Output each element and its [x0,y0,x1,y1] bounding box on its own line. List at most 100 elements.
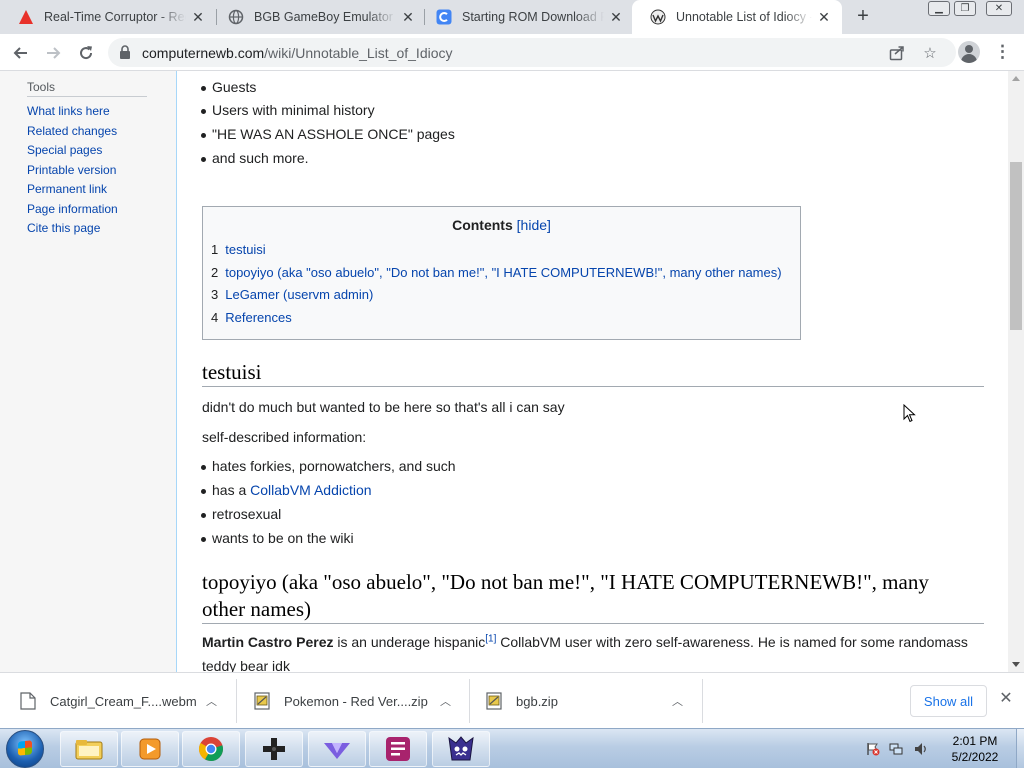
toc-entry[interactable]: 4 References [211,310,292,325]
windows-taskbar: 2:01 PM 5/2/2022 [0,728,1024,768]
sidebar-item-special-pages: Special pages [27,143,118,163]
section-heading-testuisi: testuisi [202,359,984,387]
volume-icon[interactable] [914,742,928,756]
download-filename: Pokemon - Red Ver....zip [284,693,428,709]
tab-starting-rom-download[interactable]: Starting ROM Download Pa ✕ [418,0,634,34]
toc-link[interactable]: testuisi [225,242,265,257]
page-viewport: Tools What links here Related changes Sp… [0,71,1008,672]
toc-heading: Contents [452,217,513,233]
toc-link[interactable]: References [225,310,291,325]
download-item[interactable]: Pokemon - Red Ver....zip ︿ [254,673,472,729]
sidebar-link[interactable]: Page information [27,202,118,216]
close-tab-icon[interactable]: ✕ [190,9,206,25]
paragraph: didn't do much but wanted to be here so … [202,399,565,415]
show-desktop-button[interactable] [1016,729,1024,768]
scroll-down-arrow-icon[interactable] [1012,662,1020,667]
taskbar-clock[interactable]: 2:01 PM 5/2/2022 [936,733,1014,765]
download-item[interactable]: bgb.zip ︿ [486,673,700,729]
forward-arrow-icon[interactable] [40,40,66,66]
sidebar-link[interactable]: Permanent link [27,182,107,196]
minimize-icon[interactable]: ▁ [928,1,950,16]
list-item: wants to be on the wiki [201,530,354,546]
close-tab-icon[interactable]: ✕ [816,9,832,25]
section-heading-topoyiyo: topoyiyo (aka "oso abuelo", "Do not ban … [202,569,984,624]
vertical-scrollbar[interactable] [1008,71,1024,672]
chevron-up-icon[interactable]: ︿ [672,693,683,709]
red-triangle-icon [18,9,34,25]
sidebar-link[interactable]: Special pages [27,143,102,157]
toc-link[interactable]: LeGamer (uservm admin) [225,287,373,302]
sidebar-link[interactable]: Related changes [27,124,117,138]
start-button-icon[interactable] [6,730,44,768]
tab-title: Starting ROM Download Pa [462,10,604,24]
reference-link[interactable]: [1] [485,633,496,644]
toc-entry[interactable]: 3 LeGamer (uservm admin) [211,287,373,302]
corruptor-icon[interactable] [308,731,366,767]
emulator-icon[interactable] [245,731,303,767]
heading-line: topoyiyo (aka "oso abuelo", "Do not ban … [202,570,929,594]
collabvm-addiction-link[interactable]: CollabVM Addiction [250,482,371,498]
tab-real-time-corruptor[interactable]: Real-Time Corruptor - Reds ✕ [0,0,216,34]
download-shelf: Catgirl_Cream_F....webm ︿ Pokemon - Red … [0,672,1024,728]
url-text: computernewb.com/wiki/Unnotable_List_of_… [142,45,453,61]
list-item: "HE WAS AN ASSHOLE ONCE" pages [201,126,455,142]
chevron-up-icon[interactable]: ︿ [206,693,217,709]
file-icon [20,692,36,710]
heading-line: other names) [202,597,312,621]
sidebar-item-related-changes: Related changes [27,124,118,144]
sidebar-link[interactable]: Printable version [27,163,116,177]
action-center-flag-icon[interactable] [866,742,880,756]
scroll-up-arrow-icon[interactable] [1012,76,1020,81]
explorer-icon[interactable] [60,731,118,767]
article-content: Guests Users with minimal history "HE WA… [176,71,1008,672]
sidebar-item-page-information: Page information [27,202,118,222]
list-item: Guests [200,79,257,95]
scrollbar-thumb[interactable] [1010,162,1022,330]
editor-icon[interactable] [369,731,427,767]
zip-icon [254,692,270,710]
address-bar[interactable]: computernewb.com/wiki/Unnotable_List_of_… [108,38,956,67]
chrome-icon[interactable] [182,731,240,767]
tab-strip: Real-Time Corruptor - Reds ✕ BGB GameBoy… [0,0,1024,34]
toc-entry[interactable]: 2 topoyiyo (aka "oso abuelo", "Do not ban… [211,265,782,280]
clock-date: 5/2/2022 [951,750,999,764]
window-close-icon[interactable]: ✕ [986,1,1012,16]
tab-bgb-emulator[interactable]: BGB GameBoy Emulator (c ✕ [210,0,426,34]
lock-icon[interactable] [118,45,132,59]
sidebar-item-cite-this-page: Cite this page [27,221,118,241]
back-arrow-icon[interactable] [8,40,34,66]
paragraph: self-described information: [202,429,367,445]
restore-icon[interactable]: ❐ [954,1,976,16]
toc-entry[interactable]: 1 testuisi [211,242,266,257]
list-item: has a CollabVM Addiction [201,482,372,498]
close-shelf-icon[interactable]: ✕ [998,691,1014,707]
toc-link[interactable]: topoyiyo (aka "oso abuelo", "Do not ban … [225,265,781,280]
kebab-menu-icon[interactable]: ⋮ [994,43,1011,61]
wiki-sidebar: Tools What links here Related changes Sp… [0,71,176,672]
chevron-up-icon[interactable]: ︿ [440,693,451,709]
mouse-cursor-icon [903,404,916,423]
download-item[interactable]: Catgirl_Cream_F....webm ︿ [20,673,238,729]
bookmark-star-icon[interactable]: ☆ [921,44,939,62]
list-item: hates forkies, pornowatchers, and such [201,458,456,474]
sidebar-link[interactable]: What links here [27,104,110,118]
download-filename: Catgirl_Cream_F....webm [50,693,197,709]
profile-avatar-icon[interactable] [958,41,980,63]
reload-icon[interactable] [73,40,99,66]
media-player-icon[interactable] [121,731,179,767]
close-tab-icon[interactable]: ✕ [608,9,624,25]
toc-number: 3 [211,287,219,302]
new-tab-plus-icon[interactable]: + [852,6,874,28]
tools-heading: Tools [27,80,147,97]
share-icon[interactable] [888,44,906,62]
network-icon[interactable] [889,742,903,756]
tab-unnotable-list-active[interactable]: Unnotable List of Idiocy - C ✕ [632,0,842,34]
close-tab-icon[interactable]: ✕ [400,9,416,25]
paragraph: Martin Castro Perez is an underage hispa… [202,634,968,650]
game-icon[interactable] [432,731,490,767]
download-filename: bgb.zip [516,693,558,709]
sidebar-link[interactable]: Cite this page [27,221,100,235]
show-all-button[interactable]: Show all [910,685,987,717]
tab-title: Real-Time Corruptor - Reds [44,10,186,24]
toc-hide-link[interactable]: [hide] [517,217,551,233]
